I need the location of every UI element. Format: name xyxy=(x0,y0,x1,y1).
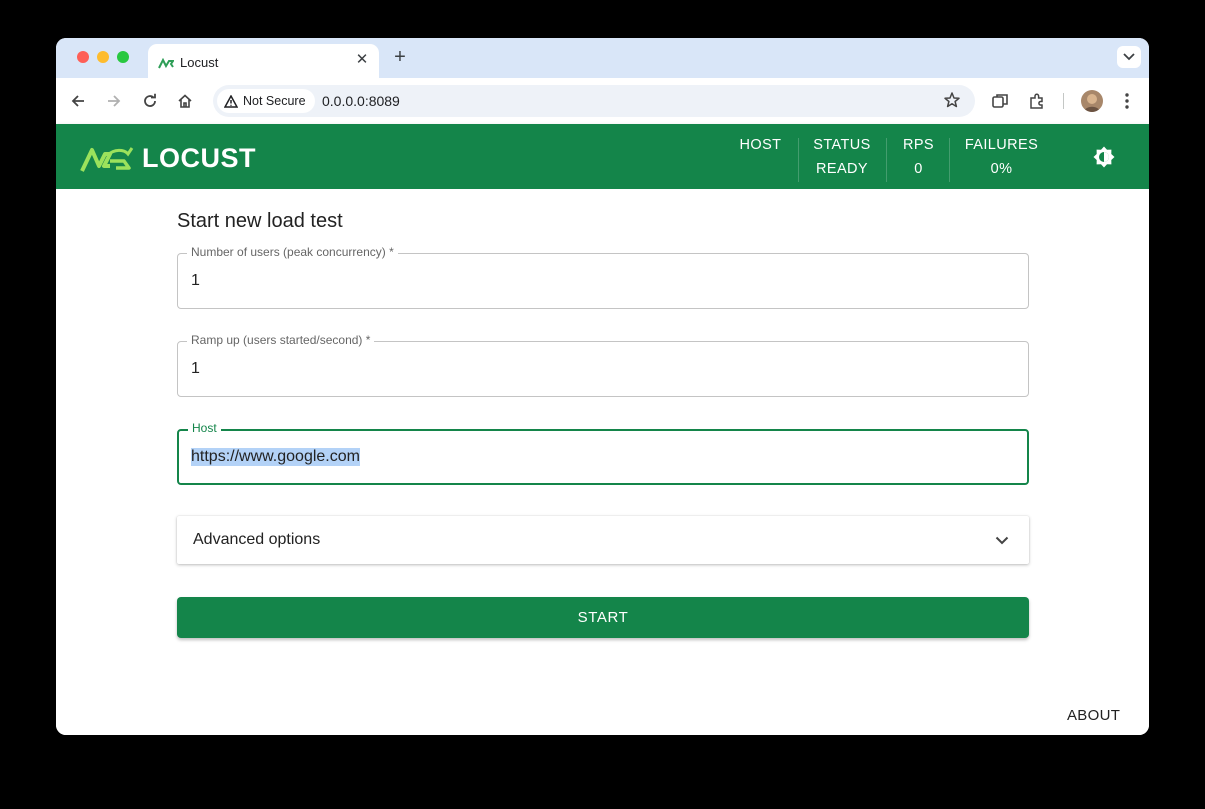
page-title: Start new load test xyxy=(177,210,343,232)
about-link[interactable]: ABOUT xyxy=(1067,707,1120,724)
reload-icon[interactable] xyxy=(139,90,161,112)
stat-rps-label: RPS xyxy=(902,137,934,153)
extensions-icon[interactable] xyxy=(1026,90,1048,112)
chevron-down-icon xyxy=(1123,53,1135,61)
new-tab-icon[interactable]: + xyxy=(390,47,410,67)
main-content: Start new load test Number of users (pea… xyxy=(56,189,1149,735)
browser-toolbar: Not Secure 0.0.0.0:8089 xyxy=(56,78,1149,124)
stat-divider xyxy=(798,138,799,182)
maximize-window-button[interactable] xyxy=(117,51,129,63)
close-window-button[interactable] xyxy=(77,51,89,63)
minimize-window-button[interactable] xyxy=(97,51,109,63)
stat-failures-label: FAILURES xyxy=(964,137,1039,153)
stat-rps: RPS 0 xyxy=(888,124,949,189)
security-label: Not Secure xyxy=(243,94,306,108)
locust-logo-icon xyxy=(80,146,134,172)
logo-text: LOCUST xyxy=(142,143,256,173)
profile-avatar[interactable] xyxy=(1081,90,1103,112)
users-input[interactable]: 1 xyxy=(191,272,200,290)
app-header: LOCUST HOST STATUS READY RPS 0 FAILURES … xyxy=(56,124,1149,189)
browser-menu-icon[interactable] xyxy=(1116,90,1138,112)
tab-title: Locust xyxy=(180,55,219,70)
tab-search-button[interactable] xyxy=(1117,46,1141,68)
stat-rps-value: 0 xyxy=(914,161,923,177)
locust-favicon-icon xyxy=(158,56,175,74)
locust-logo[interactable]: LOCUST xyxy=(80,143,256,174)
ramp-up-field-label: Ramp up (users started/second) * xyxy=(187,333,375,347)
tab-groups-icon[interactable] xyxy=(989,90,1011,112)
stat-host: HOST xyxy=(726,124,795,189)
users-field-label: Number of users (peak concurrency) * xyxy=(187,245,398,259)
stat-divider xyxy=(949,138,950,182)
site-info-chip[interactable]: Not Secure xyxy=(217,89,315,113)
chevron-down-icon xyxy=(995,532,1009,550)
back-icon[interactable] xyxy=(67,90,89,112)
stat-divider xyxy=(886,138,887,182)
home-icon[interactable] xyxy=(174,90,196,112)
browser-window: Locust ✕ + Not Secure 0.0.0.0:8089 LOCUS… xyxy=(56,38,1149,735)
tab-close-icon[interactable]: ✕ xyxy=(353,51,371,69)
start-button[interactable]: START xyxy=(177,597,1029,638)
advanced-options-label: Advanced options xyxy=(193,531,321,548)
ramp-up-field[interactable]: Ramp up (users started/second) * 1 xyxy=(177,333,1029,397)
host-input[interactable]: https://www.google.com xyxy=(191,448,360,466)
stat-status-value: READY xyxy=(816,161,868,177)
ramp-up-input[interactable]: 1 xyxy=(191,360,200,378)
stat-failures-value: 0% xyxy=(990,161,1013,177)
host-field-label: Host xyxy=(188,421,221,435)
advanced-options-accordion[interactable]: Advanced options xyxy=(177,516,1029,564)
browser-tab[interactable]: Locust ✕ xyxy=(148,44,379,78)
theme-toggle-icon[interactable] xyxy=(1093,146,1115,168)
users-field[interactable]: Number of users (peak concurrency) * 1 xyxy=(177,245,1029,309)
stat-host-label: HOST xyxy=(739,137,782,153)
toolbar-separator xyxy=(1063,93,1064,109)
host-field[interactable]: Host https://www.google.com xyxy=(177,421,1029,485)
tab-strip: Locust ✕ + xyxy=(56,38,1149,78)
address-bar[interactable]: Not Secure 0.0.0.0:8089 xyxy=(213,85,975,117)
forward-icon[interactable] xyxy=(103,90,125,112)
bookmark-star-icon[interactable] xyxy=(943,91,961,114)
stat-status-label: STATUS xyxy=(813,137,871,153)
url-text[interactable]: 0.0.0.0:8089 xyxy=(322,93,400,109)
stat-status: STATUS READY xyxy=(800,124,884,189)
stat-failures: FAILURES 0% xyxy=(953,124,1050,189)
warning-icon xyxy=(224,94,238,108)
